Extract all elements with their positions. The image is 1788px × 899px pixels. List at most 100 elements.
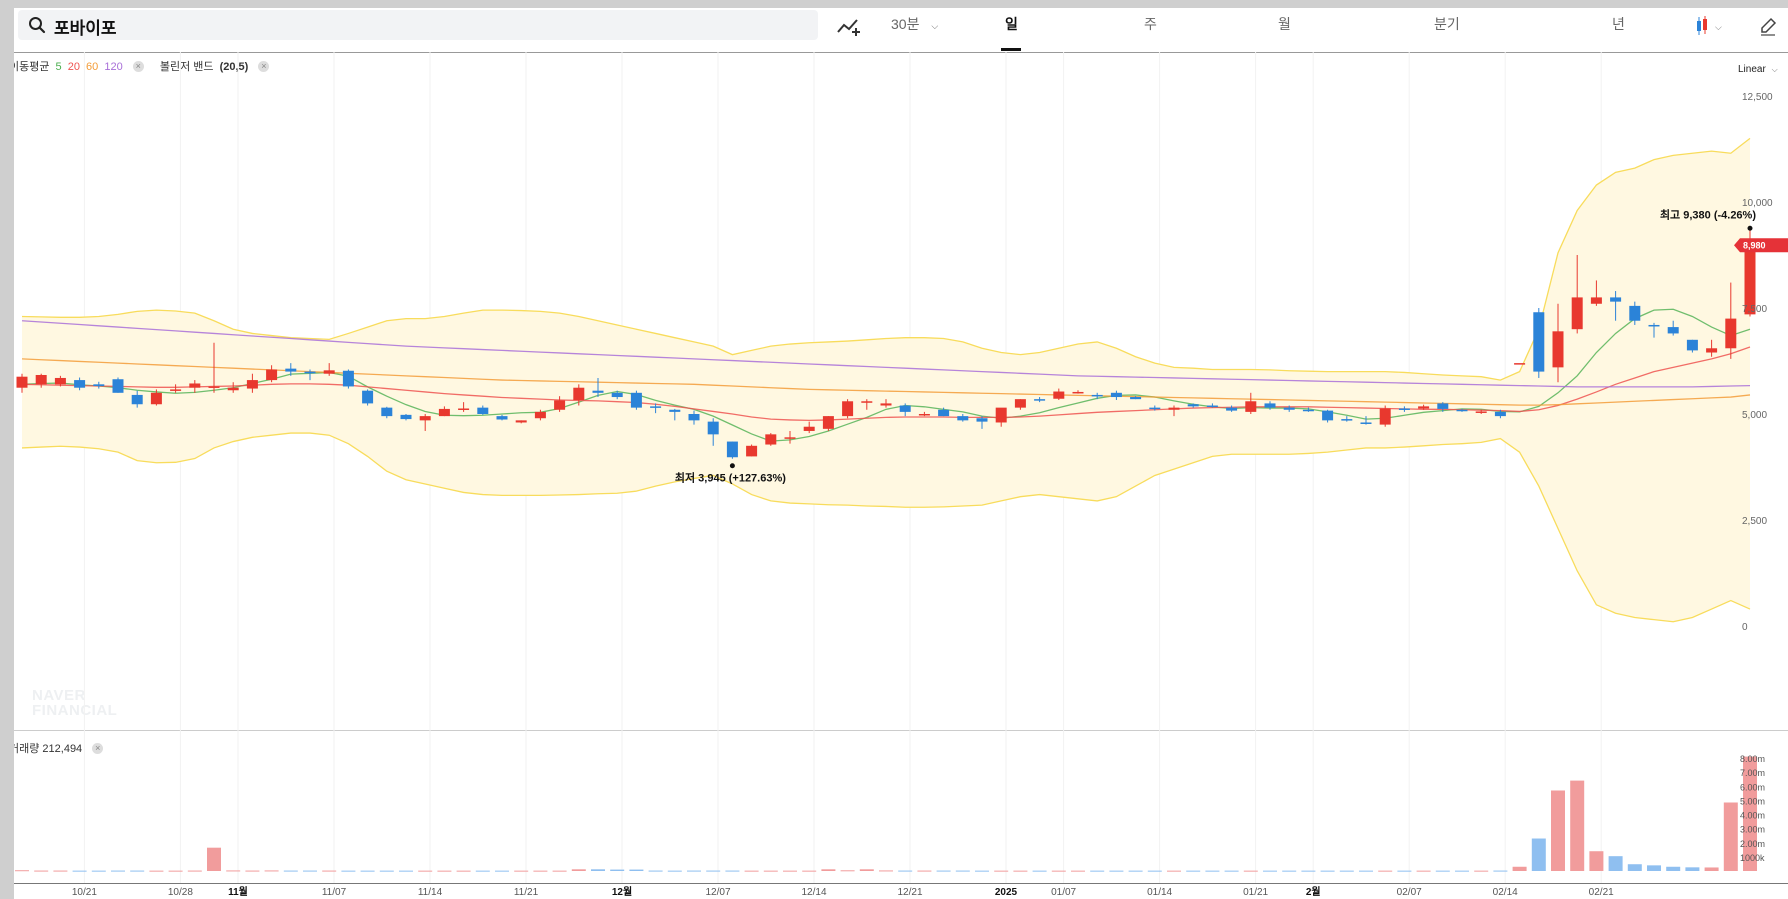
candle: [726, 441, 738, 459]
candle-body: [669, 409, 681, 412]
volume-bar: [168, 870, 183, 872]
candle-body: [688, 414, 700, 421]
volume-bar: [1589, 851, 1604, 871]
last-price-tag: 8,980: [1734, 238, 1788, 253]
candle-body: [1072, 391, 1084, 394]
volume-bar: [725, 870, 740, 872]
volume-bar: [1147, 870, 1162, 872]
volume-bar: [360, 870, 375, 872]
time-tick-label: 12월: [612, 886, 632, 898]
candle-body: [1571, 297, 1583, 330]
candle-body: [1283, 407, 1295, 410]
candle-body: [438, 408, 450, 417]
candle-body: [342, 370, 354, 387]
high-marker: [1747, 225, 1753, 231]
candle-body: [918, 414, 930, 416]
time-tick-label: 02/14: [1493, 887, 1518, 898]
volume-bar: [1109, 870, 1124, 872]
volume-bar: [207, 847, 221, 871]
volume-bar: [1723, 802, 1738, 871]
candle-body: [1034, 399, 1046, 401]
volume-bar: [648, 870, 663, 872]
candle-body: [170, 389, 182, 391]
candle-body: [112, 379, 124, 393]
volume-bar: [533, 870, 548, 872]
candle-body: [534, 411, 546, 419]
time-tick-label: 2월: [1306, 886, 1321, 898]
volume-bar: [379, 870, 394, 872]
candle-body: [976, 418, 988, 422]
price-tick-label: 2,500: [1742, 516, 1767, 527]
candle-body: [1245, 401, 1257, 412]
volume-bar: [763, 870, 778, 872]
volume-tick-label: 7.00m: [1740, 768, 1765, 778]
volume-tick-label: 6.00m: [1740, 782, 1765, 792]
time-tick-label: 02/07: [1397, 887, 1422, 898]
volume-bar: [706, 870, 721, 872]
volume-bar: [130, 870, 145, 872]
volume-bar: [1704, 867, 1719, 871]
volume-tick-label: 1000k: [1740, 853, 1765, 863]
candle-body: [1014, 399, 1026, 408]
volume-bar: [495, 870, 509, 872]
volume-bar: [1455, 870, 1469, 872]
price-tick-label: 12,500: [1742, 92, 1773, 103]
candle-body: [554, 400, 566, 410]
time-tick-label: 12/07: [705, 887, 730, 898]
candle-body: [650, 406, 662, 408]
candle-body: [246, 380, 258, 389]
candle-body: [1629, 305, 1641, 321]
candle-body: [746, 445, 758, 457]
candle-body: [1168, 407, 1180, 410]
volume-bar: [437, 870, 452, 872]
candle-body: [400, 414, 412, 420]
volume-tick-label: 3.00m: [1740, 825, 1765, 835]
volume-bar: [341, 870, 356, 872]
volume-tick-label: 5.00m: [1740, 796, 1765, 806]
volume-bar: [571, 869, 586, 871]
candle-body: [362, 390, 374, 404]
volume-bar: [955, 870, 970, 872]
volume-bar: [610, 869, 625, 871]
candle-body: [1418, 406, 1430, 409]
volume-bar: [1032, 870, 1047, 872]
volume-bar: [783, 870, 797, 872]
candle: [342, 369, 354, 389]
candle-body: [784, 437, 796, 439]
candle-body: [1610, 297, 1622, 302]
volume-bar: [1666, 866, 1681, 871]
candle-body: [16, 376, 28, 388]
volume-bar: [1647, 865, 1661, 871]
candle-body: [573, 387, 585, 401]
low-marker: [729, 463, 735, 469]
candle-body: [1514, 363, 1526, 365]
candle-body: [861, 401, 873, 403]
candle-body: [822, 416, 834, 429]
volume-bar: [1531, 838, 1546, 871]
volume-bar: [15, 870, 29, 872]
volume-bar: [994, 870, 1009, 872]
candle-body: [208, 386, 220, 388]
volume-bar: [149, 870, 164, 872]
candle-body: [1053, 391, 1065, 399]
volume-bar: [1263, 870, 1277, 872]
bollinger-band-fill: [22, 138, 1750, 622]
candle-body: [515, 420, 527, 423]
candle-body: [1341, 419, 1353, 421]
candle-body: [131, 394, 143, 405]
candle-body: [1206, 405, 1218, 408]
candle-body: [899, 405, 911, 412]
price-chart[interactable]: 12,500 10,000 7,500 5,000 2,500 0 8.00m 7.00m 6.…: [14, 8, 1788, 899]
candle-body: [1686, 339, 1698, 351]
candle-body: [1590, 297, 1602, 304]
candle-body: [592, 390, 604, 393]
time-tick-label: 01/14: [1147, 887, 1172, 898]
time-tick-label: 2025: [995, 887, 1018, 898]
candle: [630, 390, 642, 410]
volume-bar: [303, 870, 317, 872]
candle: [746, 444, 758, 457]
candle-body: [304, 371, 316, 374]
candle-body: [1360, 422, 1372, 424]
volume-bar: [1090, 870, 1105, 872]
volume-bar: [879, 870, 893, 872]
